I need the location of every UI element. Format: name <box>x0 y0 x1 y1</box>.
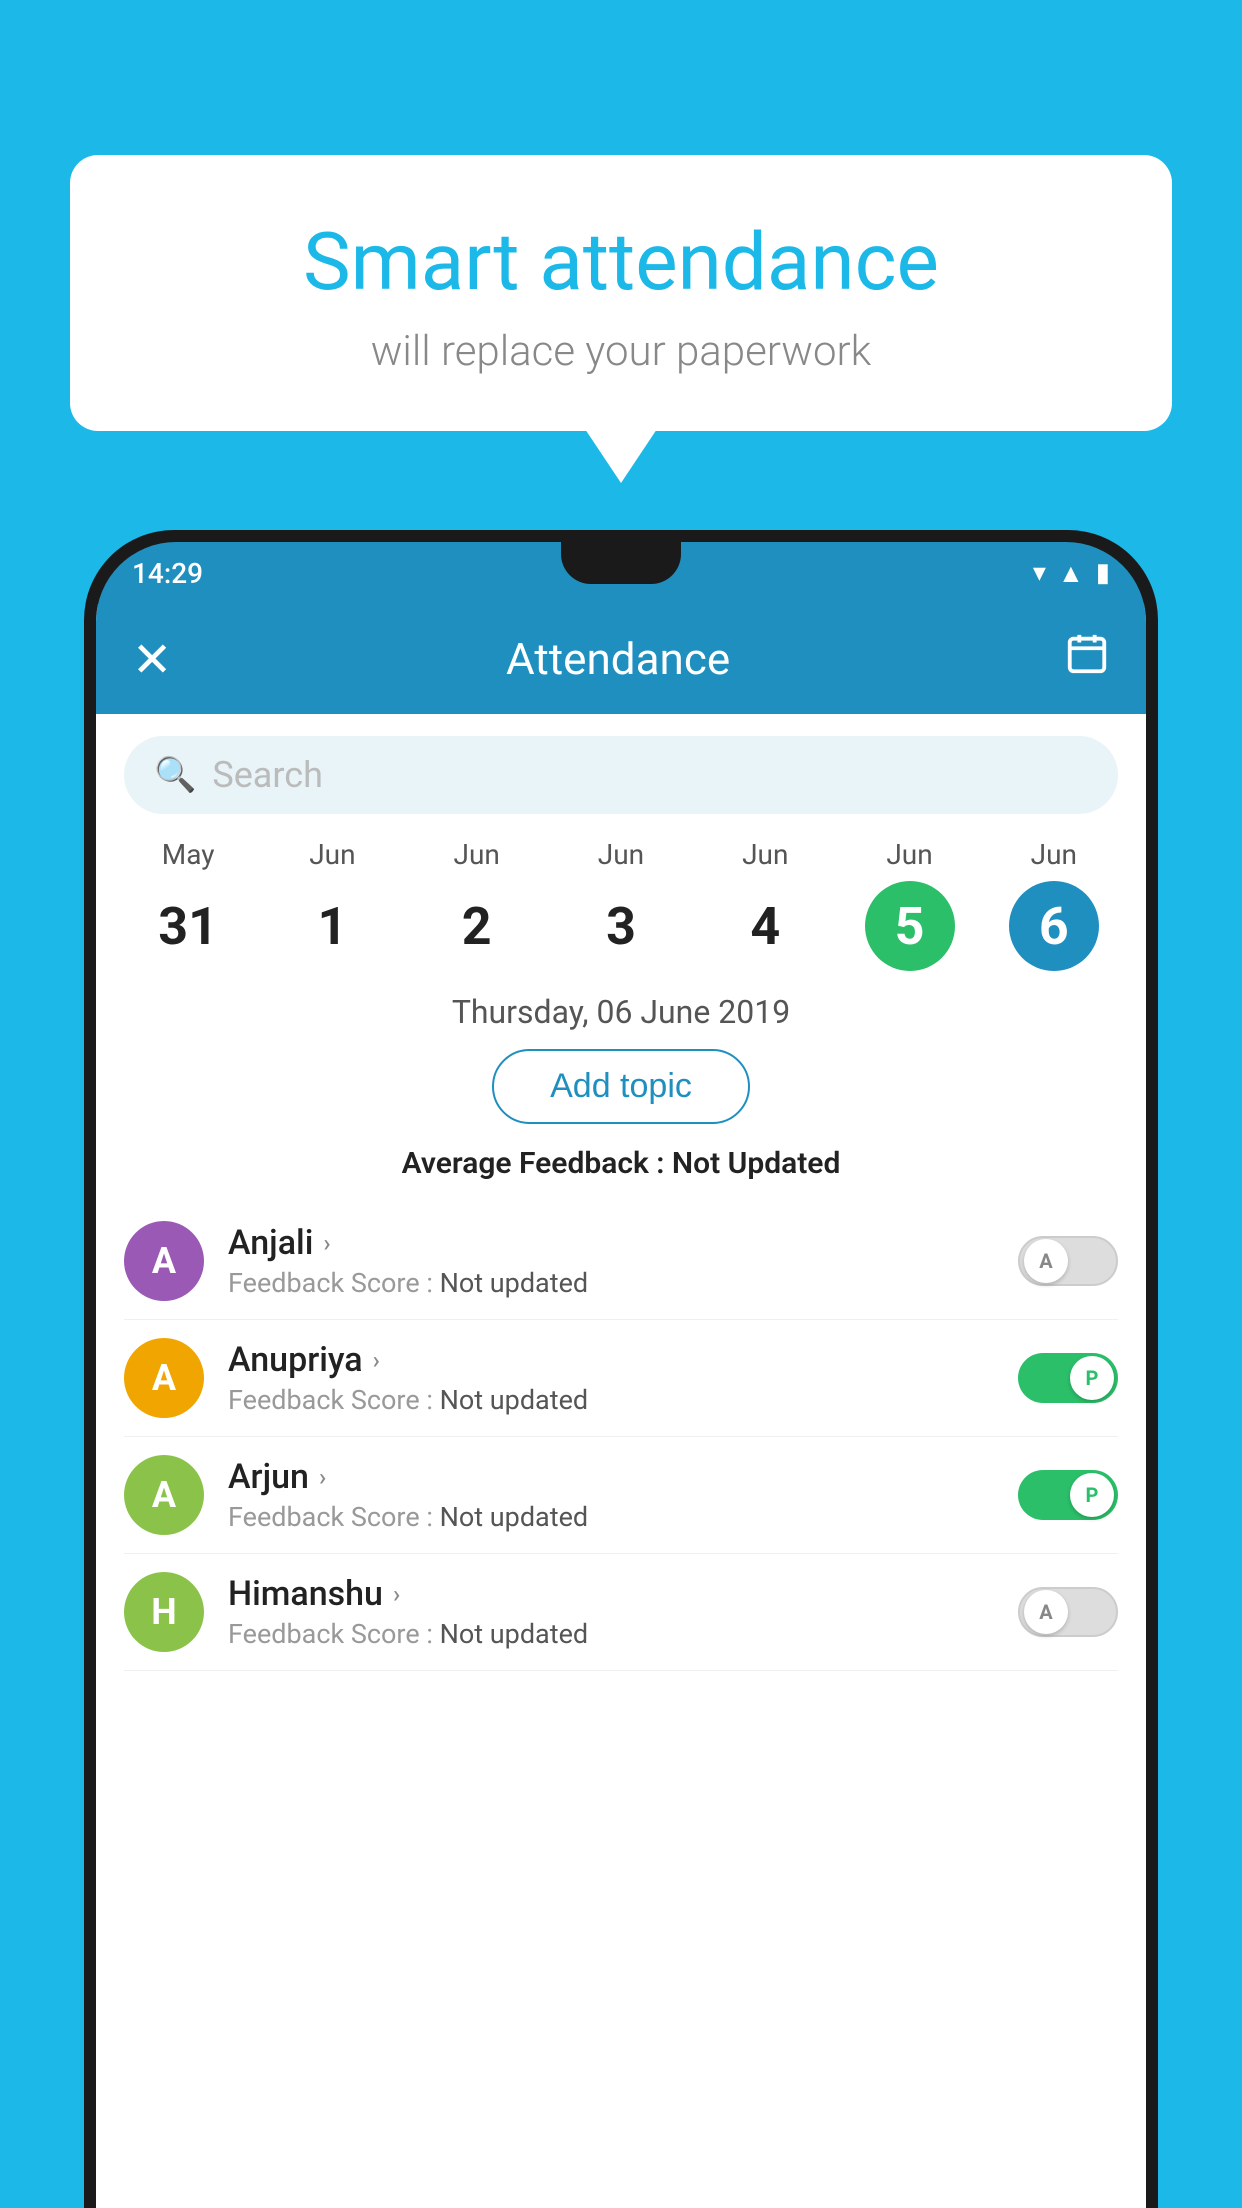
chevron-icon-2: › <box>319 1463 326 1491</box>
student-name-2[interactable]: Arjun › <box>228 1457 994 1497</box>
student-item-1[interactable]: A Anupriya › Feedback Score : Not update… <box>124 1320 1118 1437</box>
calendar-strip: May 31 Jun 1 Jun 2 Jun 3 Jun 4 <box>96 828 1146 971</box>
toggle-knob-3: A <box>1024 1590 1068 1634</box>
attendance-toggle-2[interactable]: P <box>1018 1470 1118 1520</box>
cal-day-5[interactable]: Jun 5 <box>865 838 955 971</box>
toggle-knob-2: P <box>1070 1473 1114 1517</box>
close-button[interactable]: ✕ <box>132 631 172 688</box>
app-bar-title: Attendance <box>506 633 730 685</box>
student-item-0[interactable]: A Anjali › Feedback Score : Not updated … <box>124 1203 1118 1320</box>
cal-day-0[interactable]: May 31 <box>143 838 233 971</box>
student-avatar-3: H <box>124 1572 204 1652</box>
student-name-3[interactable]: Himanshu › <box>228 1574 994 1614</box>
student-name-0[interactable]: Anjali › <box>228 1223 994 1263</box>
search-bar[interactable]: 🔍 Search <box>124 736 1118 814</box>
status-bar: 14:29 ▾ ▲ ▮ <box>96 542 1146 604</box>
battery-icon: ▮ <box>1096 558 1110 588</box>
attendance-toggle-3[interactable]: A <box>1018 1587 1118 1637</box>
student-avatar-0: A <box>124 1221 204 1301</box>
date-display: Thursday, 06 June 2019 <box>96 993 1146 1031</box>
cal-day-2[interactable]: Jun 2 <box>432 838 522 971</box>
toggle-knob-1: P <box>1070 1356 1114 1400</box>
status-time: 14:29 <box>132 557 203 590</box>
student-info-2: Arjun › Feedback Score : Not updated <box>228 1457 994 1533</box>
bubble-title: Smart attendance <box>120 215 1122 309</box>
cal-month-1: Jun <box>309 838 355 871</box>
search-icon: 🔍 <box>154 755 196 795</box>
cal-date-3[interactable]: 3 <box>576 881 666 971</box>
add-topic-button[interactable]: Add topic <box>492 1049 750 1124</box>
student-info-3: Himanshu › Feedback Score : Not updated <box>228 1574 994 1650</box>
student-name-1[interactable]: Anupriya › <box>228 1340 994 1380</box>
cal-month-2: Jun <box>454 838 500 871</box>
cal-date-0[interactable]: 31 <box>143 881 233 971</box>
app-content: ✕ Attendance 🔍 Search <box>96 604 1146 2208</box>
cal-month-5: Jun <box>886 838 932 871</box>
student-list: A Anjali › Feedback Score : Not updated … <box>96 1203 1146 1671</box>
student-feedback-1: Feedback Score : Not updated <box>228 1384 994 1416</box>
chevron-icon-1: › <box>373 1346 380 1374</box>
student-feedback-3: Feedback Score : Not updated <box>228 1618 994 1650</box>
cal-month-6: Jun <box>1031 838 1077 871</box>
toggle-knob-0: A <box>1024 1239 1068 1283</box>
attendance-toggle-0[interactable]: A <box>1018 1236 1118 1286</box>
cal-date-4[interactable]: 4 <box>720 881 810 971</box>
calendar-button[interactable] <box>1064 631 1110 687</box>
average-feedback: Average Feedback : Not Updated <box>96 1146 1146 1181</box>
speech-bubble: Smart attendance will replace your paper… <box>70 155 1172 431</box>
status-icons: ▾ ▲ ▮ <box>1033 558 1110 589</box>
cal-day-3[interactable]: Jun 3 <box>576 838 666 971</box>
student-info-1: Anupriya › Feedback Score : Not updated <box>228 1340 994 1416</box>
app-bar: ✕ Attendance <box>96 604 1146 714</box>
cal-day-4[interactable]: Jun 4 <box>720 838 810 971</box>
attendance-toggle-1[interactable]: P <box>1018 1353 1118 1403</box>
student-item-2[interactable]: A Arjun › Feedback Score : Not updated P <box>124 1437 1118 1554</box>
student-feedback-2: Feedback Score : Not updated <box>228 1501 994 1533</box>
cal-day-6[interactable]: Jun 6 <box>1009 838 1099 971</box>
cal-date-1[interactable]: 1 <box>287 881 377 971</box>
signal-icon: ▲ <box>1058 558 1084 589</box>
student-info-0: Anjali › Feedback Score : Not updated <box>228 1223 994 1299</box>
phone-inner: 14:29 ▾ ▲ ▮ ✕ Attendance <box>96 542 1146 2208</box>
chevron-icon-3: › <box>393 1580 400 1608</box>
phone-frame: 14:29 ▾ ▲ ▮ ✕ Attendance <box>84 530 1158 2208</box>
chevron-icon-0: › <box>323 1229 330 1257</box>
cal-date-5[interactable]: 5 <box>865 881 955 971</box>
student-avatar-2: A <box>124 1455 204 1535</box>
cal-month-0: May <box>162 838 215 871</box>
cal-month-4: Jun <box>742 838 788 871</box>
cal-day-1[interactable]: Jun 1 <box>287 838 377 971</box>
avg-feedback-value: Not Updated <box>672 1146 840 1181</box>
notch <box>561 542 681 584</box>
cal-date-6[interactable]: 6 <box>1009 881 1099 971</box>
cal-month-3: Jun <box>598 838 644 871</box>
student-feedback-0: Feedback Score : Not updated <box>228 1267 994 1299</box>
search-input[interactable]: Search <box>212 754 323 796</box>
wifi-icon: ▾ <box>1033 558 1046 588</box>
bubble-subtitle: will replace your paperwork <box>120 327 1122 376</box>
avg-feedback-label: Average Feedback : <box>402 1146 672 1181</box>
speech-bubble-container: Smart attendance will replace your paper… <box>70 155 1172 431</box>
cal-date-2[interactable]: 2 <box>432 881 522 971</box>
student-avatar-1: A <box>124 1338 204 1418</box>
student-item-3[interactable]: H Himanshu › Feedback Score : Not update… <box>124 1554 1118 1671</box>
